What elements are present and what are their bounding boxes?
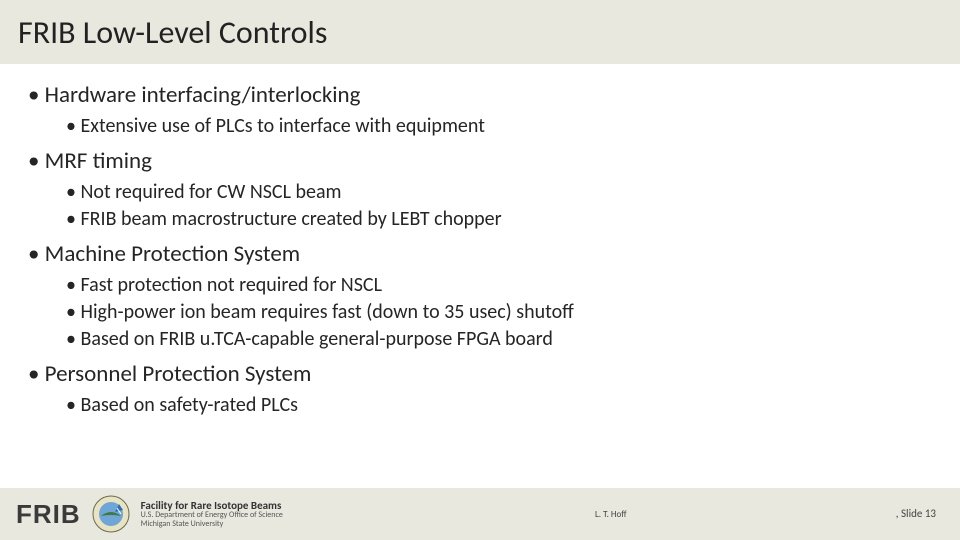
slide-body: Hardware interfacing/interlocking Extens…	[0, 64, 960, 419]
bullet-sub: Extensive use of PLCs to interface with …	[66, 113, 932, 140]
slide-title: FRIB Low-Level Controls	[18, 13, 327, 52]
logo-block: FRIB Facility for Rare Isotope Beams U.S…	[16, 494, 283, 534]
footer: FRIB Facility for Rare Isotope Beams U.S…	[0, 488, 960, 540]
bullet-text: MRF timing	[45, 147, 152, 175]
title-bar: FRIB Low-Level Controls	[0, 0, 960, 64]
slide: FRIB Low-Level Controls Hardware interfa…	[0, 0, 960, 540]
bullet-sub: High-power ion beam requires fast (down …	[66, 299, 932, 326]
bullet-sub: FRIB beam macrostructure created by LEBT…	[66, 206, 932, 233]
bullet-sub: Fast protection not required for NSCL	[66, 272, 932, 299]
doe-badge-icon	[91, 494, 131, 534]
bullet-main: Machine Protection System Fast protectio…	[28, 239, 932, 353]
bullet-main: Personnel Protection System Based on saf…	[28, 359, 932, 419]
bullet-text: Hardware interfacing/interlocking	[45, 81, 361, 109]
frib-logo-text: FRIB	[16, 499, 81, 530]
bullet-sub: Based on FRIB u.TCA-capable general-purp…	[66, 326, 932, 353]
bullet-text: Personnel Protection System	[45, 360, 312, 388]
facility-line3: Michigan State University	[141, 520, 283, 528]
slide-number: , Slide 13	[896, 507, 936, 520]
bullet-text: Machine Protection System	[45, 240, 301, 268]
bullet-main: MRF timing Not required for CW NSCL beam…	[28, 146, 932, 233]
bullet-sub: Not required for CW NSCL beam	[66, 179, 932, 206]
bullet-sub: Based on safety-rated PLCs	[66, 392, 932, 419]
facility-text: Facility for Rare Isotope Beams U.S. Dep…	[141, 500, 283, 528]
bullet-main: Hardware interfacing/interlocking Extens…	[28, 80, 932, 140]
author-label: L. T. Hoff	[595, 509, 627, 520]
